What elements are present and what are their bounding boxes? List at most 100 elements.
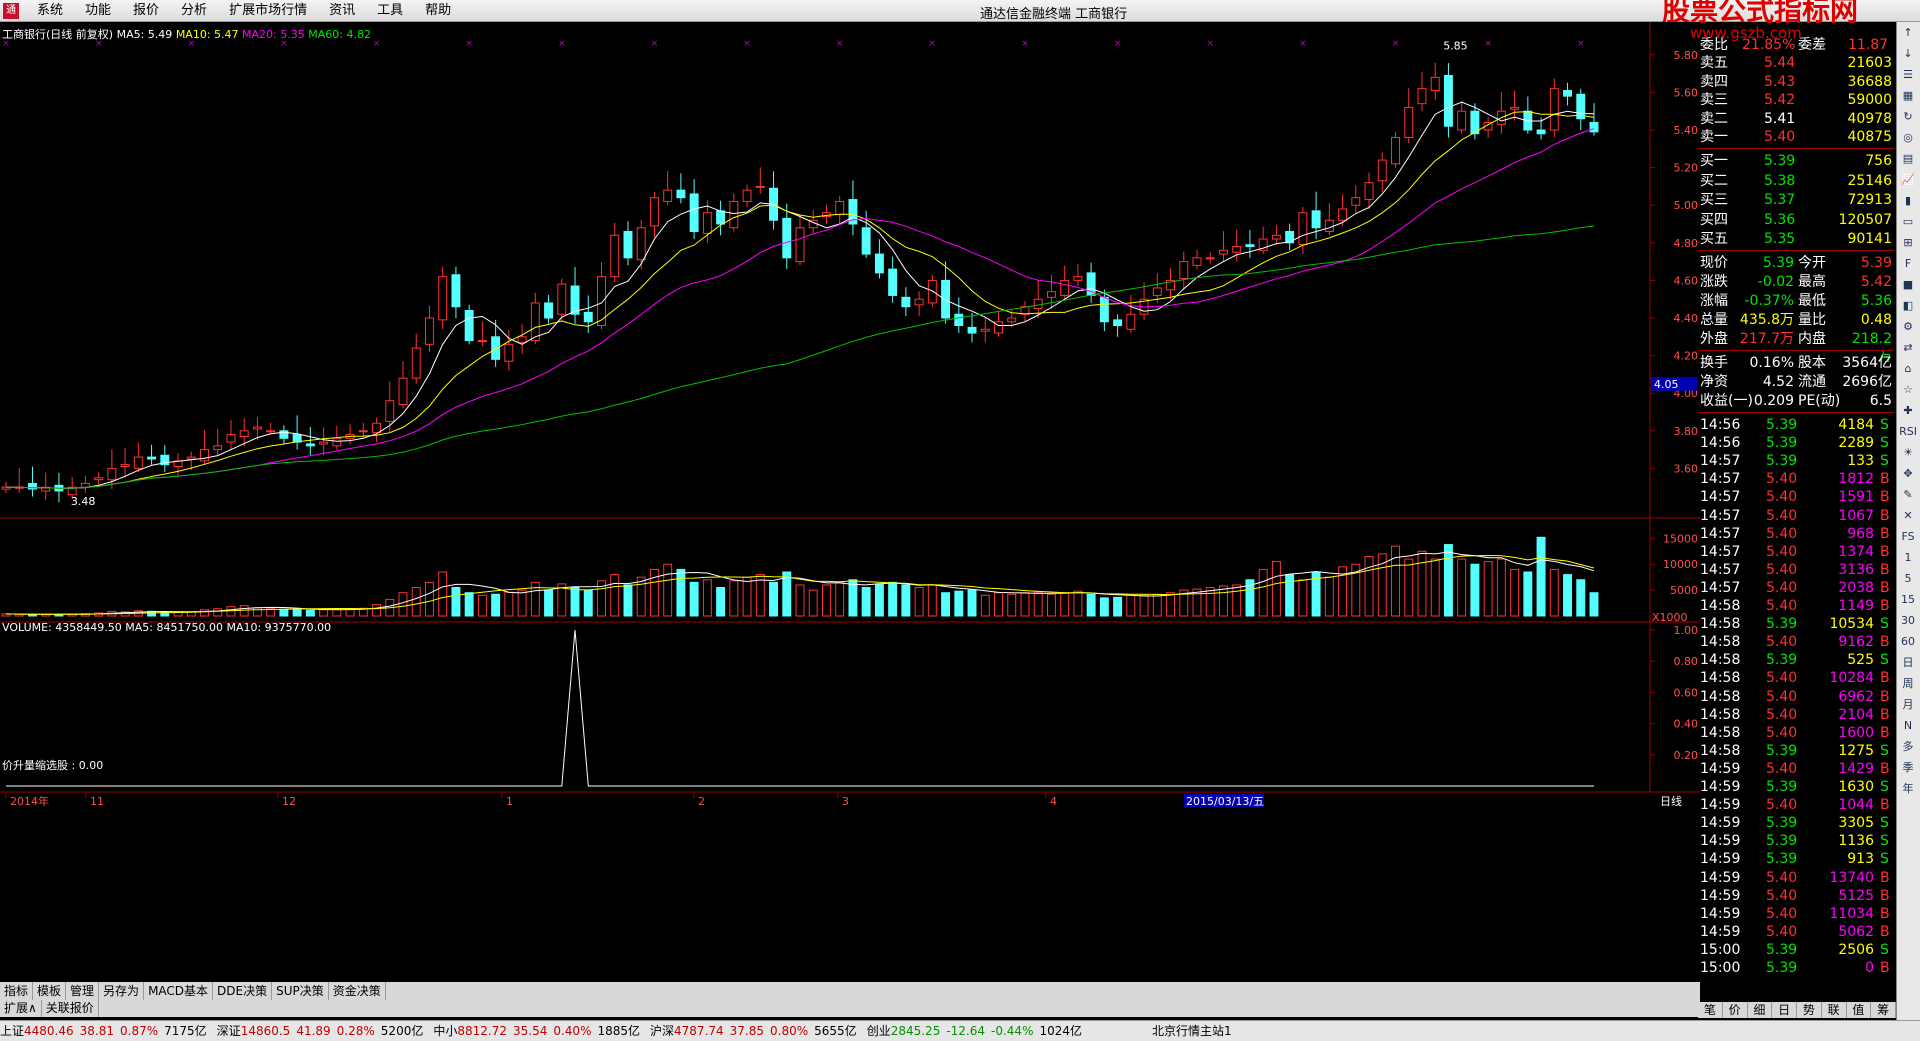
kline-chart-area[interactable]: 5.80 5.60 5.40 5.20 5.00 4.80 4.60 4.40 4.20 4.00… — [0, 22, 1700, 982]
list-icon[interactable]: ☰ — [1897, 65, 1919, 85]
x-icon[interactable]: ✕ — [1897, 506, 1919, 526]
index-pct: 0.80% — [770, 1024, 809, 1038]
menu-item-7[interactable]: 帮助 — [414, 3, 462, 19]
tick-vol: 1149 — [1838, 598, 1874, 614]
home-icon[interactable]: ⌂ — [1897, 359, 1919, 379]
tick-vol: 133 — [1847, 453, 1874, 470]
swap-icon[interactable]: ⇄ — [1897, 338, 1919, 358]
grid-icon[interactable]: ▦ — [1897, 86, 1919, 106]
tab-6[interactable]: SUP决策 — [272, 982, 329, 1000]
stat-label: 外盘 — [1700, 331, 1728, 347]
quote-tab-1[interactable]: 价 — [1723, 1002, 1748, 1018]
tick-price: 5.40 — [1766, 724, 1798, 741]
period-button[interactable]: 月 — [1897, 695, 1919, 715]
sun-icon[interactable]: ☀ — [1897, 443, 1919, 463]
index-quote[interactable]: 创业2845.25 -12.64 -0.44% 1024亿 — [867, 1021, 1082, 1041]
up-arrow-icon[interactable]: ↑ — [1897, 23, 1919, 43]
signal-marker: × — [1206, 39, 1214, 49]
quote-tab-7[interactable]: 筹 — [1871, 1002, 1896, 1018]
move-icon[interactable]: ✥ — [1897, 464, 1919, 484]
tab-1[interactable]: 模板 — [33, 982, 67, 1000]
menu-item-6[interactable]: 工具 — [366, 3, 414, 19]
period-button[interactable]: 季 — [1897, 758, 1919, 778]
index-pct: -0.44% — [991, 1024, 1034, 1038]
period-button[interactable]: 多 — [1897, 737, 1919, 757]
refresh-icon[interactable]: ↻ — [1897, 107, 1919, 127]
period-button[interactable]: 5 — [1897, 569, 1919, 589]
volume-bar — [1589, 592, 1599, 617]
tab-5[interactable]: DDE决策 — [213, 982, 273, 1000]
tab-2[interactable]: 管理 — [66, 982, 100, 1000]
tab-4[interactable]: MACD基本 — [144, 982, 214, 1000]
server-label: 北京行情主站1 — [1152, 1024, 1232, 1038]
tab-3[interactable]: 另存为 — [99, 982, 145, 1000]
menu-item-5[interactable]: 资讯 — [318, 3, 366, 19]
ext-tab-1[interactable]: 关联报价 — [42, 1000, 99, 1017]
ask-name: 卖三 — [1700, 92, 1728, 109]
doc-icon[interactable]: ▭ — [1897, 212, 1919, 232]
tick-time: 14:58 — [1700, 616, 1741, 633]
candle-body — [477, 340, 487, 343]
tab-7[interactable]: 资金决策 — [329, 982, 386, 1000]
menu-item-1[interactable]: 功能 — [74, 3, 122, 19]
index-quote[interactable]: 上证4480.46 38.81 0.87% 7175亿 — [0, 1021, 207, 1041]
tab-0[interactable]: 指标 — [0, 982, 34, 1000]
quote-tab-4[interactable]: 势 — [1797, 1002, 1822, 1018]
volume-bar — [676, 568, 686, 617]
candle-body — [954, 313, 964, 327]
grid2-icon[interactable]: ▤ — [1897, 149, 1919, 169]
down-arrow-icon[interactable]: ↓ — [1897, 44, 1919, 64]
menu-item-0[interactable]: 系统 — [26, 3, 74, 19]
volume-bar — [305, 609, 315, 617]
period-button[interactable]: 日 — [1897, 653, 1919, 673]
period-button[interactable]: 15 — [1897, 590, 1919, 610]
index-val: 4787.74 — [674, 1024, 724, 1038]
gear-icon[interactable]: ⚙ — [1897, 317, 1919, 337]
tick-price: 5.39 — [1766, 815, 1798, 832]
candle-body — [1232, 246, 1242, 253]
table-icon[interactable]: ⊞ — [1897, 233, 1919, 253]
quote-tab-6[interactable]: 值 — [1847, 1002, 1872, 1018]
bar-icon[interactable]: ▮ — [1897, 191, 1919, 211]
star-icon[interactable]: ☆ — [1897, 380, 1919, 400]
bid-vol: 90141 — [1847, 231, 1892, 248]
kline-chart-svg[interactable]: 5.805.605.405.205.004.804.604.404.204.00… — [0, 22, 1700, 982]
quote-tab-0[interactable]: 笔 — [1698, 1002, 1723, 1018]
edit-icon[interactable]: ✎ — [1897, 485, 1919, 505]
period-button[interactable]: 周 — [1897, 674, 1919, 694]
candle-body — [517, 336, 527, 343]
candle-body — [147, 456, 157, 460]
period-button[interactable]: 1 — [1897, 548, 1919, 568]
ext-tab-0[interactable]: 扩展∧ — [0, 1000, 42, 1017]
menu-bar: 通 系统 功能 报价 分析 扩展市场行情 资讯 工具 帮助 通达信金融终端 工商银行 股票公式… — [0, 0, 1920, 42]
menu-item-2[interactable]: 报价 — [122, 3, 170, 19]
square-icon[interactable]: ■ — [1897, 275, 1919, 295]
menu-item-4[interactable]: 扩展市场行情 — [218, 3, 318, 19]
chart-icon[interactable]: 📈 — [1897, 170, 1919, 190]
candle-body — [1007, 317, 1017, 323]
volume-bar — [319, 609, 329, 617]
candle-body — [464, 309, 474, 342]
index-quote[interactable]: 中小8812.72 35.54 0.40% 1885亿 — [433, 1021, 640, 1041]
tick-side: B — [1880, 579, 1890, 596]
menu-item-3[interactable]: 分析 — [170, 3, 218, 19]
f10-icon[interactable]: F — [1897, 254, 1919, 274]
cursor-price-label: 4.05 — [1654, 378, 1679, 391]
period-button[interactable]: 年 — [1897, 779, 1919, 799]
vol-ma10-label: MA10: 9375770.00 — [226, 621, 332, 634]
fs-icon[interactable]: FS — [1897, 527, 1919, 547]
stat-value: 3564亿 — [1842, 355, 1892, 371]
period-button[interactable]: 60 — [1897, 632, 1919, 652]
index-quote[interactable]: 深证14860.5 41.89 0.28% 5200亿 — [217, 1021, 424, 1041]
layers-icon[interactable]: ◧ — [1897, 296, 1919, 316]
target-icon[interactable]: ◎ — [1897, 128, 1919, 148]
quote-tab-2[interactable]: 细 — [1748, 1002, 1773, 1018]
quote-tab-3[interactable]: 日 — [1772, 1002, 1797, 1018]
index-quote[interactable]: 沪深4787.74 37.85 0.80% 5655亿 — [650, 1021, 857, 1041]
candle-body — [94, 477, 104, 481]
period-button[interactable]: N — [1897, 716, 1919, 736]
cross-icon[interactable]: ✚ — [1897, 401, 1919, 421]
period-button[interactable]: 30 — [1897, 611, 1919, 631]
rsi-icon[interactable]: RSI — [1897, 422, 1919, 442]
quote-tab-5[interactable]: 联 — [1822, 1002, 1847, 1018]
